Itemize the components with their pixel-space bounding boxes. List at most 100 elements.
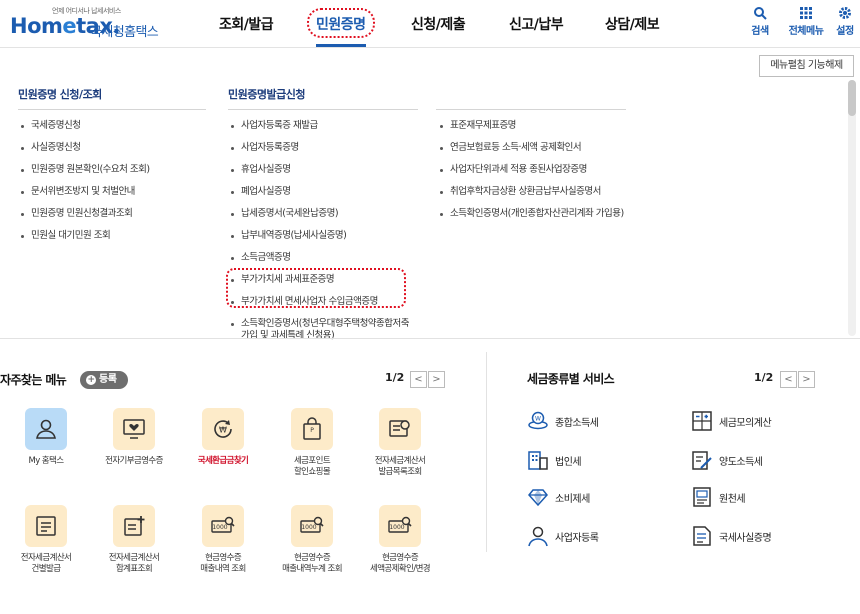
column-title-certificate-issuance[interactable]: 민원증명발급신청 <box>228 86 305 102</box>
fav-label: 현금영수증 매출내역 조회 <box>200 553 246 574</box>
fav-my-hometax[interactable]: My 홈택스 <box>4 408 88 467</box>
fav-e-invoice-list[interactable]: 전자세금계산서 발급목록조회 <box>358 408 442 478</box>
menu-item[interactable]: 폐업사실증명 <box>228 186 418 208</box>
svg-text:P: P <box>310 427 314 434</box>
tax-item-label: 국세사실증명 <box>719 533 772 544</box>
tax-services-prev-button[interactable]: < <box>780 371 797 388</box>
document-pen-icon <box>692 451 712 470</box>
fav-tax-point-mall[interactable]: P 세금포인트 할인쇼핑몰 <box>270 408 354 478</box>
header: 언제 어디서나 납세서비스 Hometax. 국세청홈택스 조회/발급 민원증명… <box>0 0 860 48</box>
fav-label: 현금영수증 매출내역누계 조회 <box>282 553 342 574</box>
settings-label: 설정 <box>836 26 854 37</box>
menu-item[interactable]: 국세증명신청 <box>18 120 150 142</box>
cash-search-icon: 1000 <box>388 516 412 533</box>
menu-item[interactable]: 민원실 대기민원 조회 <box>18 230 150 252</box>
menu-item[interactable]: 사업자등록증 재발급 <box>228 120 418 142</box>
gnb-filing-payment[interactable]: 신고/납부 <box>509 14 564 34</box>
invoice-plus-icon <box>124 516 145 536</box>
menu-item[interactable]: 취업후학자금상환 상환금납부사실증명서 <box>437 186 627 208</box>
cash-search-icon: 1000 <box>211 516 235 533</box>
menu-list-other-certificates: 표준재무제표증명 연금보험료등 소득·세액 공제확인서 사업자단위과세 적용 종… <box>437 120 627 236</box>
section-divider <box>486 352 487 552</box>
all-menu-button[interactable]: 전체메뉴 <box>786 6 826 37</box>
svg-text:1000: 1000 <box>301 524 316 531</box>
menu-item[interactable]: 휴업사실증명 <box>228 164 418 186</box>
menu-item[interactable]: 소득확인증명서(개인종합자산관리계좌 가입용) <box>437 208 627 236</box>
red-dotted-highlight-vat-items <box>226 268 406 308</box>
fav-label: 전자세금계산서 건별발급 <box>20 553 72 574</box>
panel-scrollbar-thumb[interactable] <box>848 80 856 116</box>
favorites-register-button[interactable]: + 등록 <box>80 371 128 389</box>
fav-cash-receipt-deduction[interactable]: 1000 현금영수증 세액공제확인/변경 <box>358 505 442 575</box>
tax-item-label: 양도소득세 <box>719 457 763 468</box>
svg-text:1000: 1000 <box>389 524 404 531</box>
tax-form-icon <box>693 487 711 507</box>
tax-services-title: 세금종류별 서비스 <box>527 372 615 386</box>
gnb-inquiry-issuance[interactable]: 조회/발급 <box>219 14 274 34</box>
svg-text:₩: ₩ <box>219 426 227 435</box>
fav-label: 전자세금계산서 발급목록조회 <box>374 456 426 477</box>
menu-item[interactable]: 사업자등록증명 <box>228 142 418 164</box>
search-button[interactable]: 검색 <box>740 6 780 37</box>
refund-coin-icon: ₩ <box>214 420 232 438</box>
menu-item[interactable]: 연금보험료등 소득·세액 공제확인서 <box>437 142 627 164</box>
diamond-icon <box>528 489 548 507</box>
user-icon <box>36 419 56 439</box>
tax-item-label: 사업자등록 <box>555 533 599 544</box>
user-outline-icon <box>528 526 548 547</box>
favorites-next-button[interactable]: > <box>428 371 445 388</box>
invoice-list-icon <box>389 420 410 437</box>
tax-services-next-button[interactable]: > <box>798 371 815 388</box>
menu-item[interactable]: 민원증명 원본확인(수요처 조회) <box>18 164 150 186</box>
gnb-consult-report[interactable]: 상담/제보 <box>605 14 660 34</box>
column-divider <box>18 109 206 110</box>
menu-item[interactable]: 사실증명신청 <box>18 142 150 164</box>
panel-scrollbar-track[interactable] <box>848 80 856 336</box>
tax-item-label: 원천세 <box>719 494 746 505</box>
fav-e-invoice-summary[interactable]: 전자세금계산서 합계표조회 <box>92 505 176 575</box>
gear-icon <box>839 7 851 19</box>
plus-icon: + <box>86 375 96 385</box>
favorites-page-indicator: 1/2 <box>385 371 405 384</box>
fav-cash-receipt-sales[interactable]: 1000 현금영수증 매출내역 조회 <box>181 505 265 575</box>
fav-label: 국세환급금찾기 <box>197 456 249 466</box>
menu-unfold-toggle-button[interactable]: 메뉴펼침 기능해제 <box>759 55 854 77</box>
fav-label: 세금포인트 할인쇼핑몰 <box>293 456 331 477</box>
certificate-document-icon <box>693 526 711 546</box>
svg-text:1000: 1000 <box>212 524 227 531</box>
logo-korean-name: 국세청홈택스 <box>90 25 159 40</box>
tax-item-label: 종합소득세 <box>555 418 599 429</box>
menu-item[interactable]: 납세증명서(국세완납증명) <box>228 208 418 230</box>
fav-label: My 홈택스 <box>28 456 65 466</box>
column-title-civil-apply[interactable]: 민원증명 신청/조회 <box>18 86 102 102</box>
settings-button[interactable]: 설정 <box>825 6 860 37</box>
building-icon <box>528 451 548 470</box>
monitor-heart-icon <box>123 419 145 439</box>
red-dotted-highlight-gnb <box>307 8 375 38</box>
fav-label: 현금영수증 세액공제확인/변경 <box>369 553 431 574</box>
tax-services-page-indicator: 1/2 <box>754 371 774 384</box>
svg-text:W: W <box>535 416 541 423</box>
all-menu-label: 전체메뉴 <box>788 26 824 37</box>
menu-item[interactable]: 민원증명 민원신청결과조회 <box>18 208 150 230</box>
tax-item-label: 소비제세 <box>555 494 590 505</box>
favorites-prev-button[interactable]: < <box>410 371 427 388</box>
search-label: 검색 <box>751 26 769 37</box>
tax-item-label: 세금모의계산 <box>719 418 772 429</box>
coin-stack-icon: W <box>528 411 548 430</box>
fav-e-donation-receipt[interactable]: 전자기부금영수증 <box>92 408 176 467</box>
menu-item[interactable]: 문서위변조방지 및 처벌안내 <box>18 186 150 208</box>
menu-item[interactable]: 표준재무제표증명 <box>437 120 627 142</box>
search-icon <box>754 7 767 20</box>
gnb-application-submission[interactable]: 신청/제출 <box>411 14 466 34</box>
fav-e-invoice-issue[interactable]: 전자세금계산서 건별발급 <box>4 505 88 575</box>
fav-label: 전자기부금영수증 <box>105 456 163 466</box>
hometax-logo[interactable]: 언제 어디서나 납세서비스 Hometax. 국세청홈택스 <box>10 6 170 42</box>
fav-cash-receipt-cumulative[interactable]: 1000 현금영수증 매출내역누계 조회 <box>270 505 354 575</box>
menu-item[interactable]: 납부내역증명(납세사실증명) <box>228 230 418 252</box>
fav-tax-refund-search[interactable]: ₩ 국세환급금찾기 <box>181 408 265 467</box>
fav-label: 전자세금계산서 합계표조회 <box>108 553 160 574</box>
shopping-bag-icon: P <box>303 417 321 440</box>
menu-item[interactable]: 사업자단위과세 적용 종된사업장증명 <box>437 164 627 186</box>
favorites-title: 자주찾는 메뉴 <box>0 373 67 387</box>
